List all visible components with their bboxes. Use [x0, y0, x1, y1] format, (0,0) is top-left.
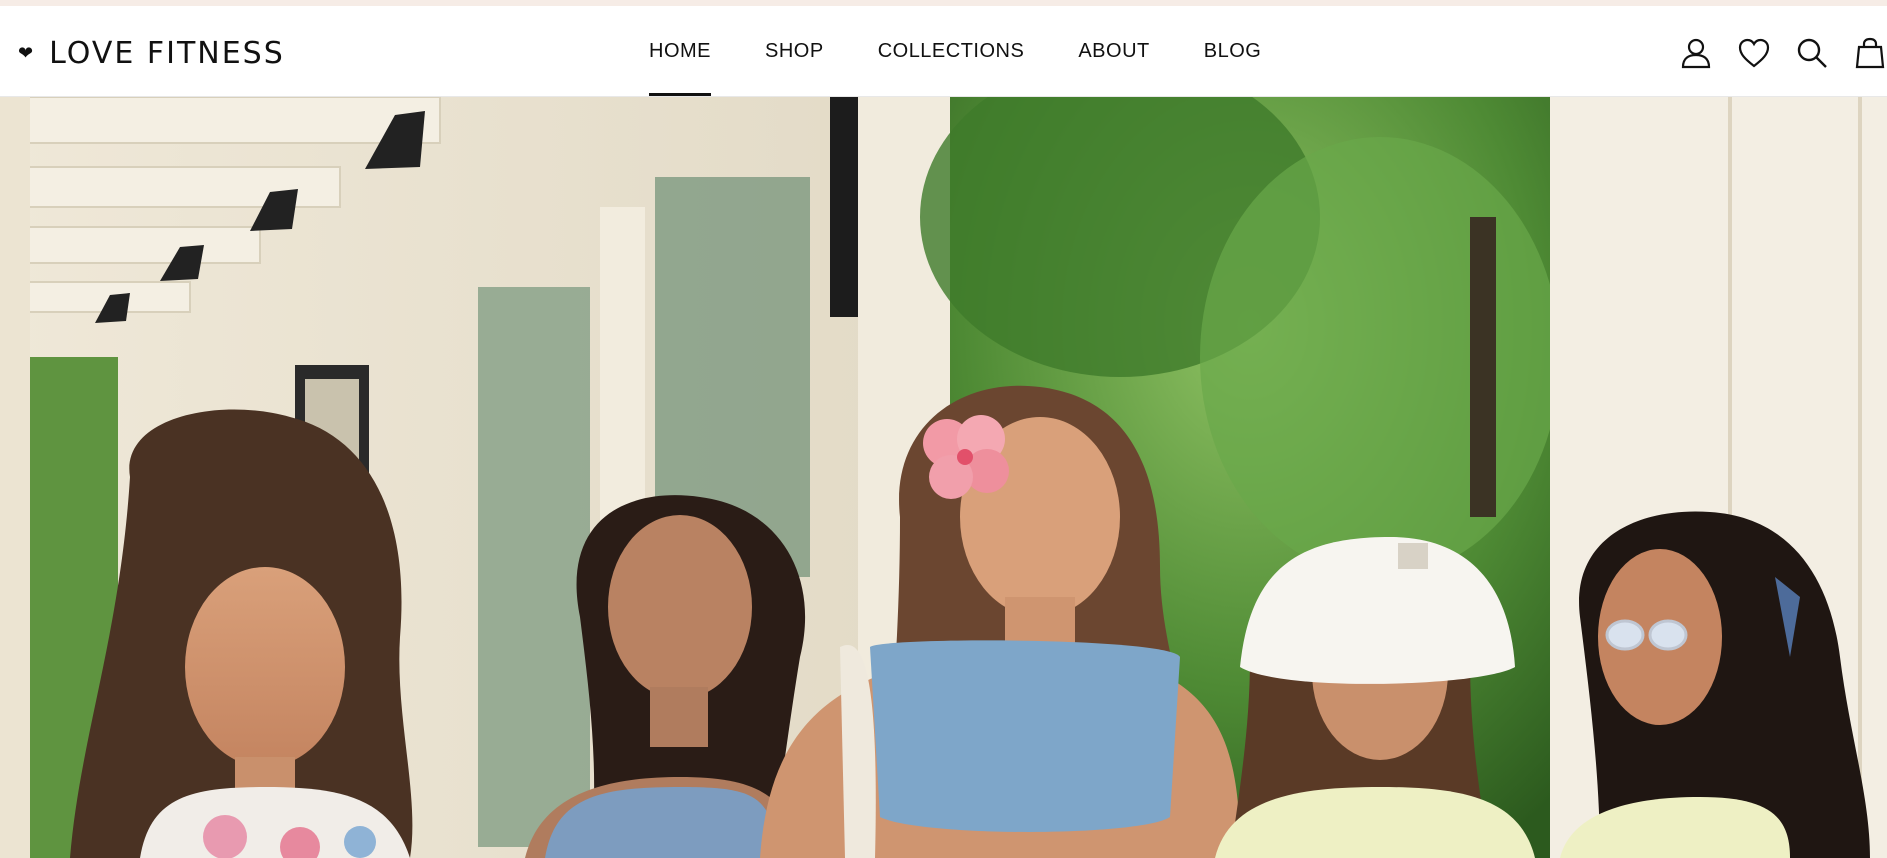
- nav-collections[interactable]: COLLECTIONS: [878, 6, 1025, 96]
- brand-logo[interactable]: ❤ LOVE FITNESS: [18, 36, 285, 71]
- brand-name: LOVE FITNESS: [49, 36, 285, 71]
- account-icon[interactable]: [1679, 36, 1713, 70]
- search-icon[interactable]: [1795, 36, 1829, 70]
- main-navigation: HOME SHOP COLLECTIONS ABOUT BLOG: [649, 6, 1315, 96]
- hero-photo: [0, 97, 1887, 858]
- site-header: ❤ LOVE FITNESS HOME SHOP COLLECTIONS ABO…: [0, 6, 1887, 97]
- cart-bag-icon[interactable]: [1853, 36, 1887, 70]
- hero-banner: [0, 97, 1887, 858]
- nav-blog[interactable]: BLOG: [1204, 6, 1262, 96]
- heart-logo-icon: ❤: [18, 42, 36, 64]
- nav-about[interactable]: ABOUT: [1078, 6, 1149, 96]
- nav-home[interactable]: HOME: [649, 6, 711, 96]
- nav-shop[interactable]: SHOP: [765, 6, 824, 96]
- wishlist-heart-icon[interactable]: [1737, 36, 1771, 70]
- header-actions: [1655, 36, 1887, 70]
